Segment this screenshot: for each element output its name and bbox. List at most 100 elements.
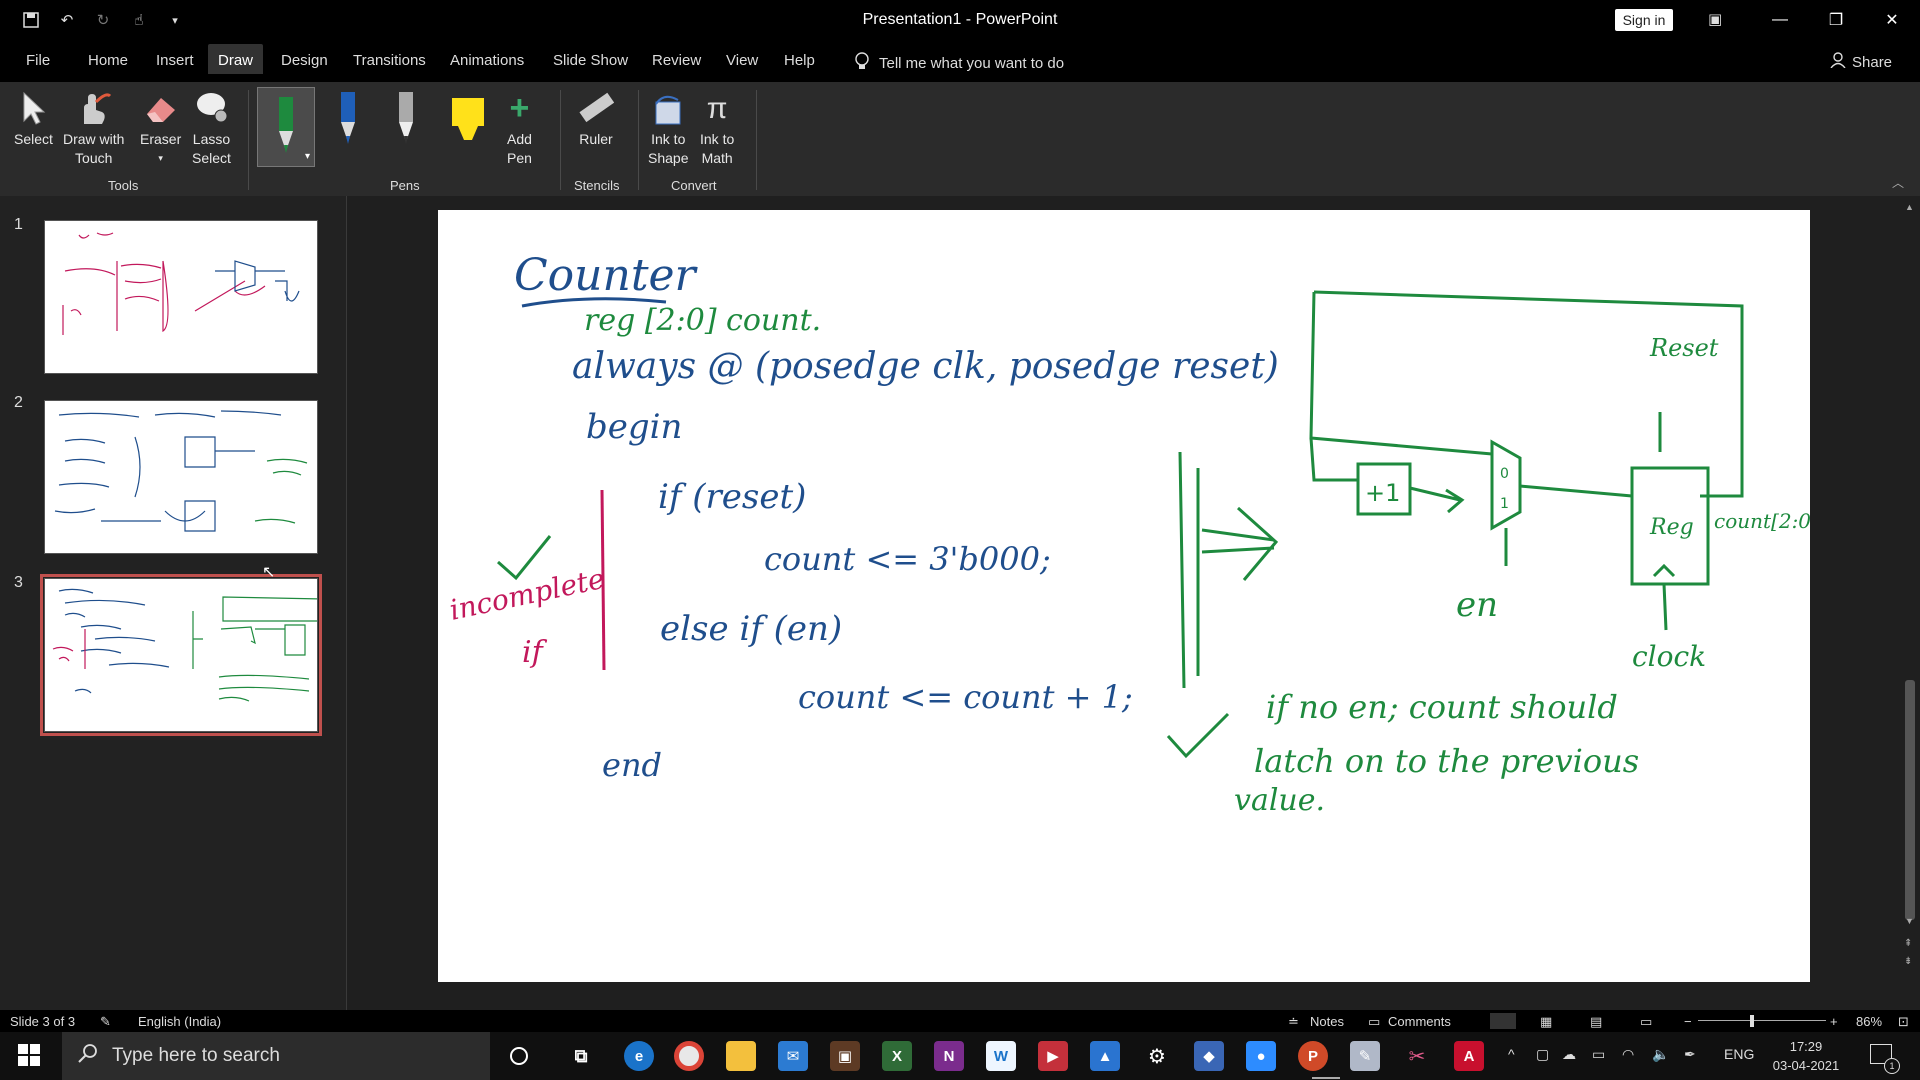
volume-icon[interactable]: 🔈 bbox=[1652, 1046, 1669, 1063]
tab-design[interactable]: Design bbox=[273, 50, 336, 71]
slide-canvas[interactable]: Counter reg [2:0] count. always @ (posed… bbox=[438, 210, 1810, 982]
spellcheck-icon[interactable]: ✎ bbox=[100, 1014, 111, 1030]
mail-icon[interactable]: ✉ bbox=[778, 1041, 808, 1071]
notes-icon[interactable]: ≐ bbox=[1288, 1014, 1299, 1030]
eraser-label: Eraser bbox=[140, 131, 182, 147]
ink-to-math-button[interactable]: π Ink to Math bbox=[700, 86, 734, 168]
scroll-down-icon[interactable]: ▼ bbox=[1905, 916, 1914, 926]
ribbon-tabs: File Home Insert Draw Design Transitions… bbox=[0, 40, 1920, 82]
zoom-level[interactable]: 86% bbox=[1856, 1014, 1882, 1029]
next-slide-icon[interactable]: ⇟ bbox=[1904, 956, 1912, 967]
maximize-icon[interactable]: ❐ bbox=[1808, 0, 1864, 40]
zoom-slider-thumb[interactable] bbox=[1750, 1015, 1754, 1027]
pen-icon[interactable]: ✒ bbox=[1684, 1046, 1696, 1063]
zoom-out-icon[interactable]: − bbox=[1684, 1014, 1692, 1029]
edge-icon[interactable]: e bbox=[624, 1041, 654, 1071]
wifi-icon[interactable]: ◠ bbox=[1622, 1046, 1634, 1063]
ruler-button[interactable]: Ruler bbox=[578, 86, 614, 149]
onenote-icon[interactable]: N bbox=[934, 1041, 964, 1071]
task-view-icon[interactable]: ⧉ bbox=[566, 1041, 596, 1071]
blue-pen-button[interactable] bbox=[320, 86, 376, 158]
tell-me-search[interactable]: Tell me what you want to do bbox=[855, 52, 1064, 74]
reading-view-icon[interactable]: ▤ bbox=[1590, 1014, 1602, 1030]
store-icon[interactable]: ▣ bbox=[830, 1041, 860, 1071]
battery-icon[interactable]: ▭ bbox=[1592, 1046, 1605, 1063]
ink-reg-label: Reg bbox=[1649, 515, 1694, 540]
tab-file[interactable]: File bbox=[18, 50, 58, 71]
sign-in-button[interactable]: Sign in bbox=[1615, 9, 1673, 31]
tab-review[interactable]: Review bbox=[644, 50, 709, 71]
workspace: 1 2 3 ↖ Counter reg [2:0] count. always … bbox=[0, 196, 1920, 1010]
windows-start-icon[interactable] bbox=[18, 1044, 40, 1071]
virtualbox-icon[interactable]: ◆ bbox=[1194, 1041, 1224, 1071]
chevron-down-icon: ▾ bbox=[158, 153, 163, 163]
chevron-down-icon[interactable]: ▾ bbox=[305, 151, 310, 162]
ink-clock-label: clock bbox=[1632, 640, 1706, 673]
tab-insert[interactable]: Insert bbox=[148, 50, 202, 71]
file-explorer-icon[interactable] bbox=[726, 1041, 756, 1071]
notification-count-badge: 1 bbox=[1884, 1058, 1900, 1074]
scroll-up-icon[interactable]: ▲ bbox=[1905, 202, 1914, 212]
gray-pencil-button[interactable] bbox=[378, 86, 434, 158]
clock[interactable]: 17:29 03-04-2021 bbox=[1760, 1037, 1852, 1075]
ribbon-display-options-icon[interactable]: ▣ bbox=[1708, 10, 1722, 28]
share-button[interactable]: Share bbox=[1830, 52, 1892, 72]
tab-help[interactable]: Help bbox=[776, 50, 823, 71]
acrobat-icon[interactable]: A bbox=[1454, 1041, 1484, 1071]
zoom-slider[interactable] bbox=[1698, 1020, 1826, 1021]
green-pen-button[interactable]: ▾ bbox=[257, 87, 315, 167]
onedrive-icon[interactable]: ☁ bbox=[1562, 1046, 1576, 1063]
tab-transitions[interactable]: Transitions bbox=[345, 50, 434, 71]
tab-slide-show[interactable]: Slide Show bbox=[545, 50, 636, 71]
select-button[interactable]: Select bbox=[14, 86, 53, 149]
tab-draw[interactable]: Draw bbox=[208, 44, 264, 74]
slide-thumbnail-1[interactable] bbox=[44, 220, 318, 374]
previous-slide-icon[interactable]: ⇞ bbox=[1904, 938, 1912, 949]
photos-icon[interactable]: ▲ bbox=[1090, 1041, 1120, 1071]
video-app-icon[interactable]: ▶ bbox=[1038, 1041, 1068, 1071]
notes-button[interactable]: Notes bbox=[1310, 1014, 1344, 1029]
language-tray[interactable]: ENG bbox=[1724, 1046, 1754, 1062]
chevron-up-icon[interactable]: ^ bbox=[1508, 1046, 1515, 1062]
meet-now-icon[interactable]: ▢ bbox=[1536, 1046, 1549, 1063]
slide-thumbnail-3[interactable] bbox=[40, 574, 322, 736]
comments-icon[interactable]: ▭ bbox=[1368, 1014, 1380, 1030]
slideshow-view-icon[interactable]: ▭ bbox=[1640, 1014, 1652, 1030]
tab-view[interactable]: View bbox=[718, 50, 766, 71]
draw-with-touch-button[interactable]: Draw with Touch bbox=[63, 86, 124, 168]
powerpoint-icon[interactable]: P bbox=[1298, 1041, 1328, 1071]
yellow-highlighter-button[interactable] bbox=[440, 86, 496, 158]
comments-button[interactable]: Comments bbox=[1388, 1014, 1451, 1029]
zoom-icon[interactable]: ● bbox=[1246, 1041, 1276, 1071]
minimize-icon[interactable]: — bbox=[1752, 0, 1808, 40]
excel-icon[interactable]: X bbox=[882, 1041, 912, 1071]
eraser-button[interactable]: Eraser ▾ bbox=[140, 86, 181, 168]
scrollbar-thumb[interactable] bbox=[1905, 680, 1915, 920]
wps-writer-icon[interactable]: W bbox=[986, 1041, 1016, 1071]
zoom-in-icon[interactable]: + bbox=[1830, 1014, 1838, 1029]
pen-icon bbox=[279, 97, 293, 153]
ink-reg: reg [2:0] count. bbox=[584, 303, 821, 338]
tab-animations[interactable]: Animations bbox=[442, 50, 532, 71]
vertical-scrollbar[interactable]: ▲ ▼ ⇞ ⇟ bbox=[1900, 196, 1920, 996]
tell-me-label: Tell me what you want to do bbox=[879, 54, 1065, 72]
add-pen-button[interactable]: + Add Pen bbox=[507, 86, 532, 168]
close-icon[interactable]: ✕ bbox=[1864, 0, 1920, 40]
cortana-icon[interactable] bbox=[504, 1041, 534, 1071]
cursor-icon bbox=[20, 86, 46, 130]
ink-to-shape-button[interactable]: Ink to Shape bbox=[648, 86, 688, 168]
language-indicator[interactable]: English (India) bbox=[138, 1014, 221, 1029]
settings-icon[interactable]: ⚙ bbox=[1142, 1041, 1172, 1071]
pencil-icon bbox=[399, 92, 413, 144]
collapse-ribbon-icon[interactable]: ︿ bbox=[1892, 174, 1904, 191]
taskbar-search[interactable]: Type here to search bbox=[62, 1032, 490, 1080]
chrome-icon[interactable] bbox=[674, 1041, 704, 1071]
slide-thumbnail-2[interactable] bbox=[44, 400, 318, 554]
tab-home[interactable]: Home bbox=[80, 50, 136, 71]
lasso-select-button[interactable]: Lasso Select bbox=[192, 86, 231, 168]
pencil-app-icon[interactable]: ✎ bbox=[1350, 1041, 1380, 1071]
fit-to-window-icon[interactable]: ⊡ bbox=[1898, 1014, 1909, 1030]
normal-view-icon[interactable] bbox=[1490, 1013, 1516, 1029]
slide-sorter-icon[interactable]: ▦ bbox=[1540, 1014, 1552, 1030]
snipping-tool-icon[interactable]: ✂ bbox=[1402, 1041, 1432, 1071]
